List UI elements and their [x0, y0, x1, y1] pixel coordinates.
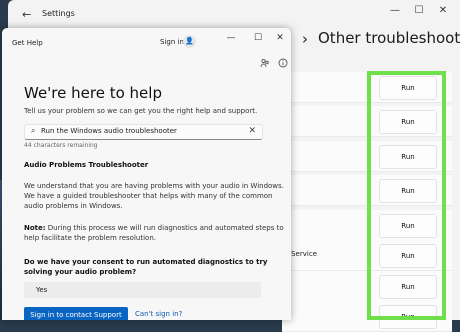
run-button[interactable]: Run	[379, 179, 437, 203]
settings-titlebar: ← Settings — ☐ ✕	[8, 0, 460, 28]
info-icon[interactable]	[277, 58, 289, 71]
note-text: During this process we will run diagnost…	[24, 224, 284, 242]
breadcrumb-separator: ›	[302, 30, 308, 48]
page-title: Other troubleshooters	[318, 29, 460, 47]
troubleshooter-row: Run	[282, 106, 452, 137]
search-input[interactable]: ⌕ Run the Windows audio troubleshooter ✕	[24, 124, 263, 140]
troubleshooter-row: Run	[282, 175, 452, 206]
minimize-icon[interactable]: —	[388, 5, 402, 16]
maximize-icon[interactable]: ☐	[412, 5, 426, 16]
troubleshooter-row: Run	[282, 72, 452, 103]
troubleshooter-row: Run	[282, 301, 452, 332]
troubleshooter-row: Run	[282, 210, 452, 241]
get-help-title: Get Help	[12, 39, 43, 47]
troubleshooter-row: Run	[282, 271, 452, 302]
clear-icon[interactable]: ✕	[248, 126, 256, 136]
people-icon[interactable]	[259, 58, 271, 71]
close-icon[interactable]: ✕	[436, 5, 450, 16]
yes-option-label: Yes	[36, 286, 48, 294]
run-button[interactable]: Run	[379, 214, 437, 238]
character-count: 44 characters remaining	[24, 142, 98, 149]
troubleshooter-row: r Service Run	[282, 240, 452, 271]
close-icon[interactable]: ✕	[274, 33, 286, 43]
maximize-icon[interactable]: ☐	[252, 33, 264, 43]
help-subheading: Tell us your problem so we can get you t…	[24, 107, 258, 115]
minimize-icon[interactable]: —	[225, 33, 237, 43]
run-button[interactable]: Run	[379, 244, 437, 268]
run-button[interactable]: Run	[379, 305, 437, 329]
settings-app-title: Settings	[42, 9, 75, 18]
note-paragraph: Note: During this process we will run di…	[24, 223, 286, 243]
cant-sign-in-link[interactable]: Can't sign in?	[135, 310, 182, 318]
run-button[interactable]: Run	[379, 145, 437, 169]
section-title: Audio Problems Troubleshooter	[24, 161, 149, 169]
get-help-window: Get Help Sign in 👤 — ☐ ✕ We're here to h…	[2, 28, 291, 320]
description-paragraph: We understand that you are having proble…	[24, 182, 284, 210]
search-icon: ⌕	[31, 126, 36, 135]
search-input-value[interactable]: Run the Windows audio troubleshooter	[41, 127, 177, 135]
help-heading: We're here to help	[24, 84, 162, 102]
sign-in-link[interactable]: Sign in	[160, 38, 184, 46]
contact-support-button[interactable]: Sign in to contact Support	[24, 307, 128, 320]
yes-option[interactable]: Yes	[24, 282, 261, 298]
avatar-icon[interactable]: 👤	[183, 35, 196, 48]
consent-question: Do we have your consent to run automated…	[24, 258, 268, 276]
troubleshooter-row: Run	[282, 141, 452, 172]
run-button[interactable]: Run	[379, 76, 437, 100]
back-arrow-icon[interactable]: ←	[22, 8, 31, 21]
run-button[interactable]: Run	[379, 110, 437, 134]
note-label: Note:	[24, 224, 46, 232]
run-button[interactable]: Run	[379, 275, 437, 299]
